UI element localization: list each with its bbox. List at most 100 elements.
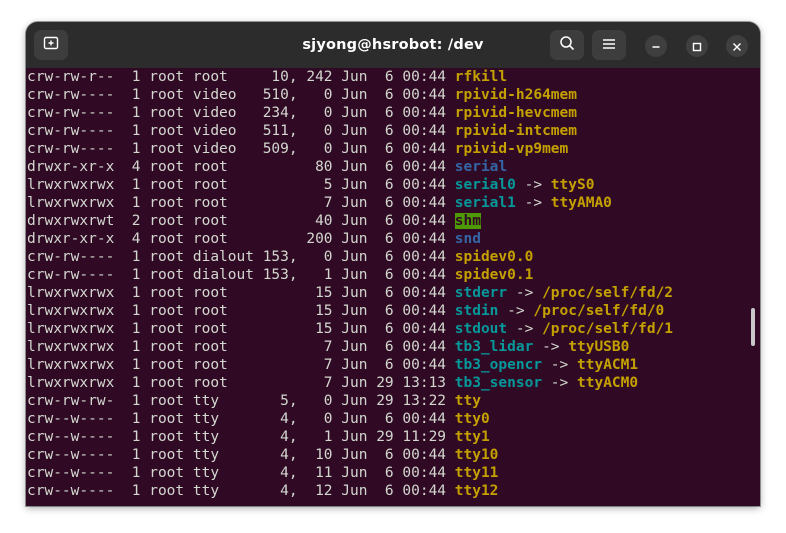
listing-row: crw-rw---- 1 root video 509, 0 Jun 6 00:… [27,140,673,158]
file-name: rfkill [454,69,508,85]
file-name: tb3_opencr [454,357,543,373]
listing-row: crw-rw-r-- 1 root root 10, 242 Jun 6 00:… [27,68,673,86]
file-details: crw-rw---- 1 root video 511, 0 Jun 6 00:… [27,123,455,139]
close-button[interactable] [726,35,748,57]
file-details: crw--w---- 1 root tty 4, 12 Jun 6 00:44 [27,483,455,499]
file-name: rpivid-vp9mem [454,141,569,157]
symlink-arrow: -> [542,357,577,373]
file-name: rpivid-intcmem [454,123,577,139]
search-button[interactable] [550,30,584,60]
file-name: tty0 [454,411,490,427]
symlink-target: ttyACM0 [577,375,639,391]
listing-row: crw--w---- 1 root tty 4, 11 Jun 6 00:44 … [27,464,673,482]
file-name: rpivid-h264mem [454,87,577,103]
file-name: tty12 [454,483,499,499]
file-name: serial [454,159,508,175]
file-details: drwxr-xr-x 4 root root 80 Jun 6 00:44 [27,159,455,175]
listing-row: crw--w---- 1 root tty 4, 10 Jun 6 00:44 … [27,446,673,464]
symlink-arrow: -> [542,375,577,391]
minimize-button[interactable] [645,35,667,57]
file-details: crw--w---- 1 root tty 4, 10 Jun 6 00:44 [27,447,455,463]
symlink-target: ttyACM1 [577,357,639,373]
symlink-target: /proc/self/fd/2 [542,285,674,301]
file-name: serial0 [454,177,516,193]
listing-row: lrwxrwxrwx 1 root root 15 Jun 6 00:44 st… [27,302,673,320]
terminal-window: sjyong@hsrobot: /dev crw-rw-r-- 1 root r… [26,22,760,506]
file-details: crw--w---- 1 root tty 4, 11 Jun 6 00:44 [27,465,455,481]
file-details: lrwxrwxrwx 1 root root 7 Jun 6 00:44 [27,339,455,355]
file-details: crw-rw---- 1 root dialout 153, 1 Jun 6 0… [27,267,455,283]
file-name: stderr [454,285,508,301]
file-details: drwxr-xr-x 4 root root 200 Jun 6 00:44 [27,231,455,247]
file-details: crw-rw---- 1 root video 234, 0 Jun 6 00:… [27,105,455,121]
listing-row: crw--w---- 1 root tty 4, 12 Jun 6 00:44 … [27,482,673,500]
file-name: stdin [454,303,499,319]
file-name: stdout [454,321,508,337]
listing-row: drwxr-xr-x 4 root root 80 Jun 6 00:44 se… [27,158,673,176]
listing-row: crw--w---- 1 root tty 4, 1 Jun 29 11:29 … [27,428,673,446]
directory-listing: crw-rw-r-- 1 root root 10, 242 Jun 6 00:… [27,68,673,500]
file-name: spidev0.0 [454,249,534,265]
file-name: tb3_sensor [454,375,543,391]
file-details: lrwxrwxrwx 1 root root 15 Jun 6 00:44 [27,321,455,337]
hamburger-menu-icon [602,36,616,55]
file-name: tty [454,393,481,409]
file-name: rpivid-hevcmem [454,105,577,121]
title-bar[interactable]: sjyong@hsrobot: /dev [26,22,760,68]
file-details: crw-rw-r-- 1 root root 10, 242 Jun 6 00:… [27,69,455,85]
file-details: crw-rw---- 1 root dialout 153, 0 Jun 6 0… [27,249,455,265]
file-details: drwxrwxrwt 2 root root 40 Jun 6 00:44 [27,213,455,229]
maximize-icon [692,37,702,56]
listing-row: crw--w---- 1 root tty 4, 0 Jun 6 00:44 t… [27,410,673,428]
file-details: crw-rw-rw- 1 root tty 5, 0 Jun 29 13:22 [27,393,455,409]
file-details: crw--w---- 1 root tty 4, 1 Jun 29 11:29 [27,429,455,445]
maximize-button[interactable] [686,35,708,57]
file-details: crw-rw---- 1 root video 510, 0 Jun 6 00:… [27,87,455,103]
minimize-icon [651,37,661,56]
symlink-arrow: -> [515,177,551,193]
terminal-output[interactable]: crw-rw-r-- 1 root root 10, 242 Jun 6 00:… [26,68,760,506]
symlink-target: /proc/self/fd/0 [533,303,665,319]
file-name: shm [454,213,481,229]
file-name: tty11 [454,465,499,481]
listing-row: crw-rw---- 1 root dialout 153, 0 Jun 6 0… [27,248,673,266]
file-name: spidev0.1 [454,267,534,283]
file-details: lrwxrwxrwx 1 root root 7 Jun 29 13:13 [27,375,455,391]
symlink-arrow: -> [507,285,543,301]
file-name: tty1 [454,429,490,445]
close-icon [732,37,742,56]
listing-row: drwxr-xr-x 4 root root 200 Jun 6 00:44 s… [27,230,673,248]
symlink-arrow: -> [533,339,569,355]
listing-row: lrwxrwxrwx 1 root root 15 Jun 6 00:44 st… [27,284,673,302]
file-name: serial1 [454,195,516,211]
file-details: lrwxrwxrwx 1 root root 7 Jun 6 00:44 [27,357,455,373]
symlink-target: ttyUSB0 [568,339,630,355]
symlink-target: /proc/self/fd/1 [542,321,674,337]
file-name: tb3_lidar [454,339,534,355]
file-details: crw--w---- 1 root tty 4, 0 Jun 6 00:44 [27,411,455,427]
listing-row: lrwxrwxrwx 1 root root 5 Jun 6 00:44 ser… [27,176,673,194]
file-details: lrwxrwxrwx 1 root root 7 Jun 6 00:44 [27,195,455,211]
file-details: lrwxrwxrwx 1 root root 15 Jun 6 00:44 [27,285,455,301]
scrollbar-thumb[interactable] [751,308,755,346]
listing-row: crw-rw---- 1 root video 511, 0 Jun 6 00:… [27,122,673,140]
symlink-arrow: -> [507,321,543,337]
listing-row: drwxrwxrwt 2 root root 40 Jun 6 00:44 sh… [27,212,673,230]
file-name: tty10 [454,447,499,463]
menu-button[interactable] [592,30,626,60]
listing-row: crw-rw---- 1 root dialout 153, 1 Jun 6 0… [27,266,673,284]
file-details: crw-rw---- 1 root video 509, 0 Jun 6 00:… [27,141,455,157]
symlink-target: ttyS0 [550,177,595,193]
file-details: lrwxrwxrwx 1 root root 5 Jun 6 00:44 [27,177,455,193]
symlink-arrow: -> [515,195,551,211]
listing-row: lrwxrwxrwx 1 root root 7 Jun 6 00:44 tb3… [27,338,673,356]
listing-row: lrwxrwxrwx 1 root root 7 Jun 6 00:44 ser… [27,194,673,212]
symlink-target: ttyAMA0 [550,195,612,211]
listing-row: crw-rw---- 1 root video 234, 0 Jun 6 00:… [27,104,673,122]
symlink-arrow: -> [498,303,534,319]
listing-row: lrwxrwxrwx 1 root root 15 Jun 6 00:44 st… [27,320,673,338]
listing-row: lrwxrwxrwx 1 root root 7 Jun 29 13:13 tb… [27,374,673,392]
search-icon [559,35,575,55]
listing-row: lrwxrwxrwx 1 root root 7 Jun 6 00:44 tb3… [27,356,673,374]
file-details: lrwxrwxrwx 1 root root 15 Jun 6 00:44 [27,303,455,319]
